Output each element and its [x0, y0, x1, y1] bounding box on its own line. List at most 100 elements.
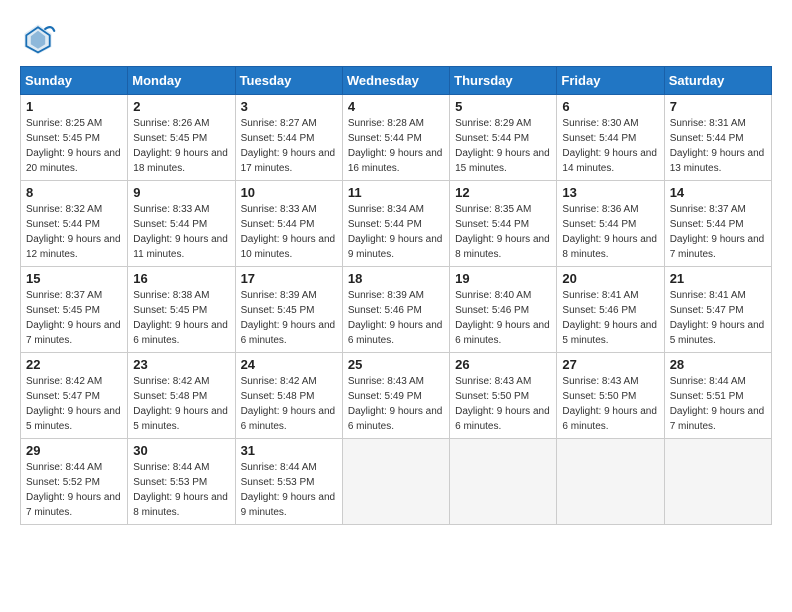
day-info: Sunrise: 8:37 AMSunset: 5:45 PMDaylight:…	[26, 288, 122, 348]
calendar-day-cell: 8 Sunrise: 8:32 AMSunset: 5:44 PMDaylight…	[21, 181, 128, 267]
day-number: 21	[670, 271, 766, 286]
day-number: 9	[133, 185, 229, 200]
day-info: Sunrise: 8:44 AMSunset: 5:51 PMDaylight:…	[670, 374, 766, 434]
day-number: 8	[26, 185, 122, 200]
calendar-week-row: 15Sunrise: 8:37 AMSunset: 5:45 PMDayligh…	[21, 267, 772, 353]
day-info: Sunrise: 8:43 AMSunset: 5:50 PMDaylight:…	[455, 374, 551, 434]
day-info: Sunrise: 8:32 AMSunset: 5:44 PMDaylight:…	[26, 202, 122, 262]
day-number: 12	[455, 185, 551, 200]
day-number: 5	[455, 99, 551, 114]
calendar-week-row: 1 Sunrise: 8:25 AMSunset: 5:45 PMDaylight…	[21, 95, 772, 181]
day-info: Sunrise: 8:41 AMSunset: 5:47 PMDaylight:…	[670, 288, 766, 348]
weekday-header: Wednesday	[342, 67, 449, 95]
calendar-day-cell: 14 Sunrise: 8:37 AMSunset: 5:44 PMDayligh…	[664, 181, 771, 267]
calendar-day-cell: 20 Sunrise: 8:41 AMSunset: 5:46 PMDayligh…	[557, 267, 664, 353]
logo	[20, 20, 62, 56]
day-number: 30	[133, 443, 229, 458]
calendar-day-cell	[450, 439, 557, 525]
day-number: 28	[670, 357, 766, 372]
day-number: 29	[26, 443, 122, 458]
day-info: Sunrise: 8:36 AMSunset: 5:44 PMDaylight:…	[562, 202, 658, 262]
day-info: Sunrise: 8:31 AMSunset: 5:44 PMDaylight:…	[670, 116, 766, 176]
calendar-day-cell: 23 Sunrise: 8:42 AMSunset: 5:48 PMDayligh…	[128, 353, 235, 439]
day-number: 17	[241, 271, 337, 286]
page-header	[20, 20, 772, 56]
day-info: Sunrise: 8:25 AMSunset: 5:45 PMDaylight:…	[26, 116, 122, 176]
day-number: 2	[133, 99, 229, 114]
calendar-day-cell: 5 Sunrise: 8:29 AMSunset: 5:44 PMDaylight…	[450, 95, 557, 181]
day-info: Sunrise: 8:37 AMSunset: 5:44 PMDaylight:…	[670, 202, 766, 262]
weekday-header: Thursday	[450, 67, 557, 95]
weekday-header: Friday	[557, 67, 664, 95]
calendar-day-cell: 15Sunrise: 8:37 AMSunset: 5:45 PMDayligh…	[21, 267, 128, 353]
calendar-day-cell	[342, 439, 449, 525]
calendar-day-cell: 4 Sunrise: 8:28 AMSunset: 5:44 PMDaylight…	[342, 95, 449, 181]
calendar-day-cell: 11 Sunrise: 8:34 AMSunset: 5:44 PMDayligh…	[342, 181, 449, 267]
day-info: Sunrise: 8:38 AMSunset: 5:45 PMDaylight:…	[133, 288, 229, 348]
calendar-day-cell: 17Sunrise: 8:39 AMSunset: 5:45 PMDayligh…	[235, 267, 342, 353]
calendar-day-cell: 2 Sunrise: 8:26 AMSunset: 5:45 PMDaylight…	[128, 95, 235, 181]
day-number: 6	[562, 99, 658, 114]
day-number: 24	[241, 357, 337, 372]
day-info: Sunrise: 8:40 AMSunset: 5:46 PMDaylight:…	[455, 288, 551, 348]
calendar-day-cell: 18 Sunrise: 8:39 AMSunset: 5:46 PMDayligh…	[342, 267, 449, 353]
day-info: Sunrise: 8:44 AMSunset: 5:52 PMDaylight:…	[26, 460, 122, 520]
day-info: Sunrise: 8:29 AMSunset: 5:44 PMDaylight:…	[455, 116, 551, 176]
day-number: 20	[562, 271, 658, 286]
calendar-day-cell: 16 Sunrise: 8:38 AMSunset: 5:45 PMDayligh…	[128, 267, 235, 353]
calendar-day-cell: 1 Sunrise: 8:25 AMSunset: 5:45 PMDaylight…	[21, 95, 128, 181]
day-info: Sunrise: 8:27 AMSunset: 5:44 PMDaylight:…	[241, 116, 337, 176]
day-number: 26	[455, 357, 551, 372]
day-info: Sunrise: 8:26 AMSunset: 5:45 PMDaylight:…	[133, 116, 229, 176]
day-info: Sunrise: 8:43 AMSunset: 5:49 PMDaylight:…	[348, 374, 444, 434]
day-number: 25	[348, 357, 444, 372]
day-number: 4	[348, 99, 444, 114]
calendar-week-row: 29 Sunrise: 8:44 AMSunset: 5:52 PMDayligh…	[21, 439, 772, 525]
day-number: 13	[562, 185, 658, 200]
day-number: 31	[241, 443, 337, 458]
weekday-header: Sunday	[21, 67, 128, 95]
day-number: 22	[26, 357, 122, 372]
day-number: 16	[133, 271, 229, 286]
day-info: Sunrise: 8:34 AMSunset: 5:44 PMDaylight:…	[348, 202, 444, 262]
day-number: 27	[562, 357, 658, 372]
calendar-day-cell: 9 Sunrise: 8:33 AMSunset: 5:44 PMDaylight…	[128, 181, 235, 267]
day-number: 3	[241, 99, 337, 114]
calendar-table: SundayMondayTuesdayWednesdayThursdayFrid…	[20, 66, 772, 525]
logo-icon	[20, 20, 56, 56]
day-info: Sunrise: 8:42 AMSunset: 5:48 PMDaylight:…	[241, 374, 337, 434]
calendar-day-cell: 12 Sunrise: 8:35 AMSunset: 5:44 PMDayligh…	[450, 181, 557, 267]
day-info: Sunrise: 8:28 AMSunset: 5:44 PMDaylight:…	[348, 116, 444, 176]
day-info: Sunrise: 8:30 AMSunset: 5:44 PMDaylight:…	[562, 116, 658, 176]
calendar-day-cell: 28 Sunrise: 8:44 AMSunset: 5:51 PMDayligh…	[664, 353, 771, 439]
day-info: Sunrise: 8:39 AMSunset: 5:46 PMDaylight:…	[348, 288, 444, 348]
day-number: 14	[670, 185, 766, 200]
weekday-header-row: SundayMondayTuesdayWednesdayThursdayFrid…	[21, 67, 772, 95]
day-info: Sunrise: 8:41 AMSunset: 5:46 PMDaylight:…	[562, 288, 658, 348]
calendar-week-row: 8 Sunrise: 8:32 AMSunset: 5:44 PMDaylight…	[21, 181, 772, 267]
day-info: Sunrise: 8:42 AMSunset: 5:47 PMDaylight:…	[26, 374, 122, 434]
day-number: 19	[455, 271, 551, 286]
day-info: Sunrise: 8:35 AMSunset: 5:44 PMDaylight:…	[455, 202, 551, 262]
calendar-day-cell: 3 Sunrise: 8:27 AMSunset: 5:44 PMDaylight…	[235, 95, 342, 181]
day-info: Sunrise: 8:42 AMSunset: 5:48 PMDaylight:…	[133, 374, 229, 434]
day-info: Sunrise: 8:43 AMSunset: 5:50 PMDaylight:…	[562, 374, 658, 434]
calendar-day-cell: 13 Sunrise: 8:36 AMSunset: 5:44 PMDayligh…	[557, 181, 664, 267]
day-number: 1	[26, 99, 122, 114]
calendar-day-cell: 27 Sunrise: 8:43 AMSunset: 5:50 PMDayligh…	[557, 353, 664, 439]
calendar-day-cell: 30 Sunrise: 8:44 AMSunset: 5:53 PMDayligh…	[128, 439, 235, 525]
calendar-day-cell: 7 Sunrise: 8:31 AMSunset: 5:44 PMDaylight…	[664, 95, 771, 181]
day-number: 7	[670, 99, 766, 114]
weekday-header: Tuesday	[235, 67, 342, 95]
day-number: 10	[241, 185, 337, 200]
calendar-day-cell: 31 Sunrise: 8:44 AMSunset: 5:53 PMDayligh…	[235, 439, 342, 525]
day-info: Sunrise: 8:44 AMSunset: 5:53 PMDaylight:…	[133, 460, 229, 520]
day-info: Sunrise: 8:44 AMSunset: 5:53 PMDaylight:…	[241, 460, 337, 520]
day-info: Sunrise: 8:33 AMSunset: 5:44 PMDaylight:…	[133, 202, 229, 262]
calendar-day-cell: 21 Sunrise: 8:41 AMSunset: 5:47 PMDayligh…	[664, 267, 771, 353]
day-number: 18	[348, 271, 444, 286]
weekday-header: Saturday	[664, 67, 771, 95]
calendar-day-cell: 26 Sunrise: 8:43 AMSunset: 5:50 PMDayligh…	[450, 353, 557, 439]
day-number: 23	[133, 357, 229, 372]
day-number: 11	[348, 185, 444, 200]
